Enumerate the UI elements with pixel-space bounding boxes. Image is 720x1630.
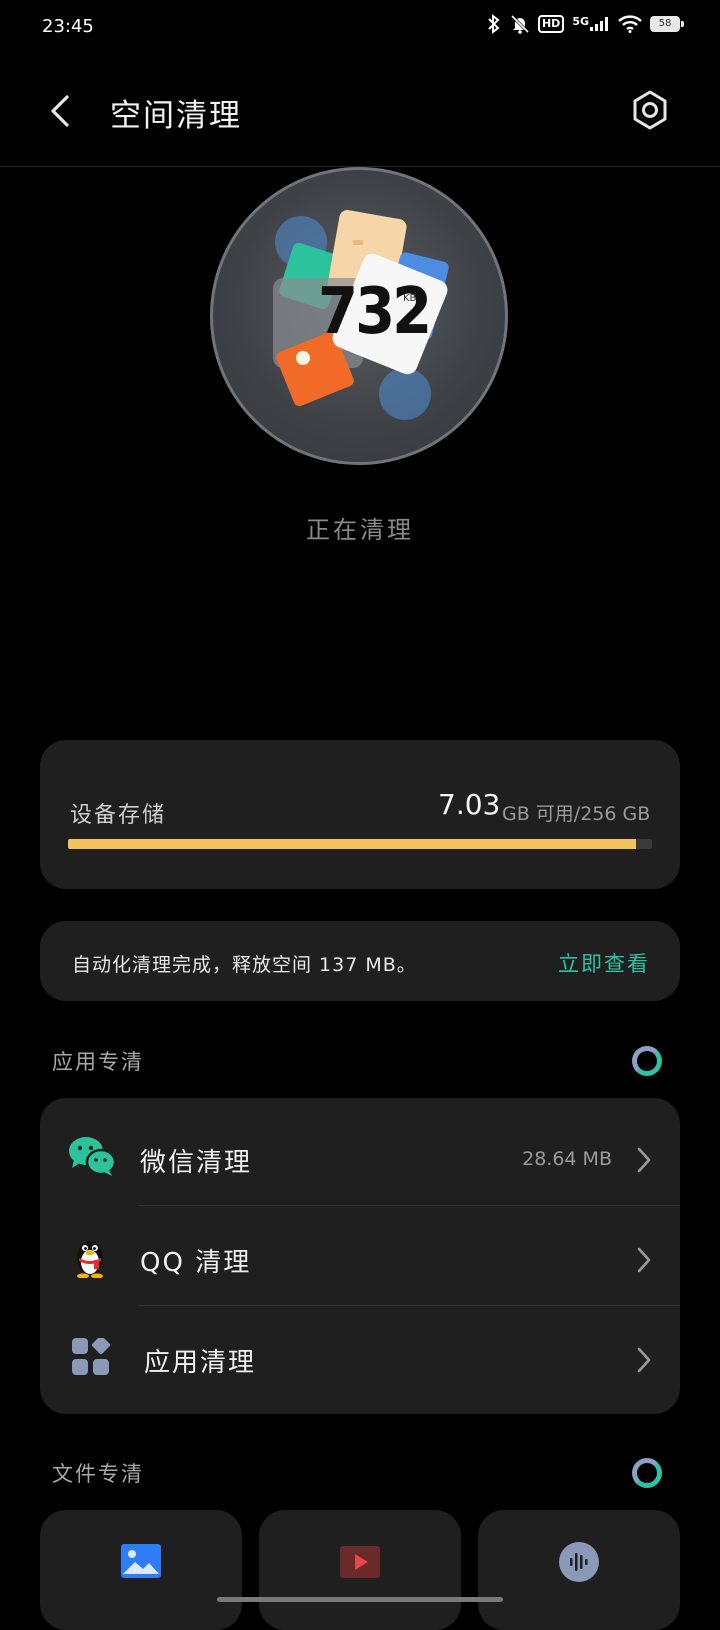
loading-ring-icon <box>632 1046 662 1076</box>
apps-grid-icon <box>72 1338 110 1375</box>
bell-muted-icon <box>510 14 530 34</box>
chevron-right-icon <box>637 1347 651 1373</box>
status-time: 23:45 <box>42 16 94 37</box>
signal-icon: 5G <box>572 15 610 31</box>
wechat-icon <box>69 1137 116 1176</box>
settings-button[interactable] <box>628 88 672 132</box>
page-title: 空间清理 <box>110 98 242 134</box>
loading-ring-icon <box>632 1458 662 1488</box>
row-divider <box>139 1205 680 1206</box>
image-icon <box>121 1544 161 1578</box>
storage-label: 设备存储 <box>70 803 167 828</box>
list-item-label: 应用清理 <box>144 1348 257 1378</box>
cleaning-status: 正在清理 <box>306 516 414 544</box>
chevron-right-icon <box>637 1247 651 1273</box>
status-icons: HD 5G 58 <box>486 14 684 34</box>
back-button[interactable] <box>40 86 80 136</box>
network-type: 5G <box>572 15 589 28</box>
list-item-wechat-clean[interactable]: 微信清理 28.64 MB <box>40 1110 680 1210</box>
row-divider <box>139 1305 680 1306</box>
hd-icon: HD <box>537 15 565 33</box>
file-card-images[interactable] <box>40 1510 242 1630</box>
video-icon <box>340 1546 380 1578</box>
list-item-size: 28.64 MB <box>522 1148 612 1170</box>
section-title-apps: 应用专清 <box>52 1050 144 1074</box>
list-item-label: 微信清理 <box>140 1148 253 1178</box>
list-item-label: QQ 清理 <box>140 1248 252 1278</box>
auto-clean-message: 自动化清理完成，释放空间 137 MB。 <box>72 954 417 976</box>
list-item-qq-clean[interactable]: QQ 清理 <box>40 1210 680 1310</box>
storage-free-value: 7.03 <box>438 788 501 821</box>
qq-penguin-icon <box>77 1241 103 1278</box>
list-item-app-clean[interactable]: 应用清理 <box>40 1310 680 1410</box>
view-now-link[interactable]: 立即查看 <box>558 948 650 978</box>
wifi-icon <box>618 15 642 33</box>
storage-bar-fill <box>68 839 637 849</box>
chevron-right-icon <box>637 1147 651 1173</box>
storage-total-text: GB 可用/256 GB <box>502 803 651 825</box>
file-card-audio[interactable] <box>478 1510 680 1630</box>
cleaned-amount: 732 <box>318 275 432 349</box>
home-indicator[interactable] <box>217 1597 503 1602</box>
battery-icon: 58 <box>650 16 684 32</box>
audio-icon <box>559 1542 599 1582</box>
storage-bar <box>68 839 652 849</box>
cleaned-unit: KB <box>403 293 417 304</box>
chevron-left-icon <box>51 95 69 127</box>
file-card-videos[interactable] <box>259 1510 461 1630</box>
section-title-files: 文件专清 <box>52 1462 144 1486</box>
hexagon-settings-icon <box>633 90 667 130</box>
bluetooth-icon <box>488 14 500 34</box>
